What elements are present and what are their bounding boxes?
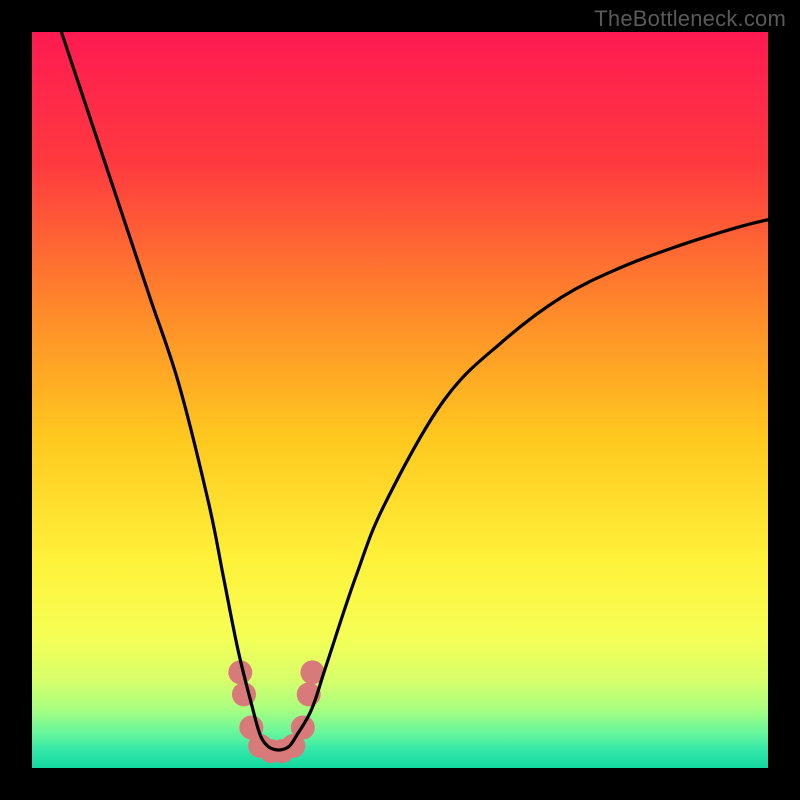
plot-area xyxy=(32,32,768,768)
outer-frame: TheBottleneck.com xyxy=(0,0,800,800)
watermark-text: TheBottleneck.com xyxy=(594,6,786,32)
curve-layer xyxy=(32,32,768,768)
bottleneck-curve xyxy=(61,32,768,750)
